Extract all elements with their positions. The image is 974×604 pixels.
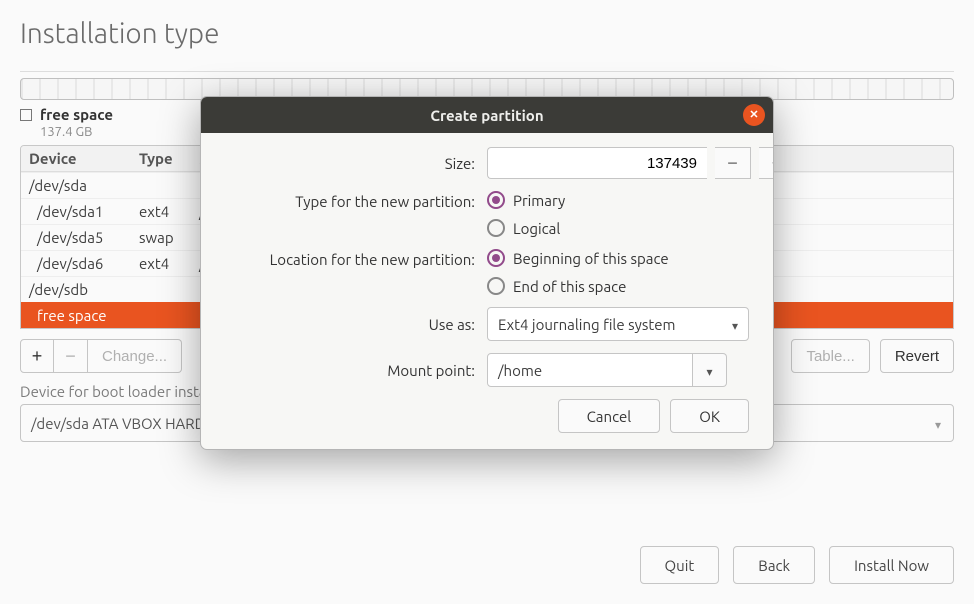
cell-type: ext4 — [139, 255, 199, 272]
cell-device: free space — [29, 307, 139, 324]
new-partition-table-button[interactable]: Table... — [791, 339, 869, 373]
radio-label: Beginning of this space — [513, 250, 669, 267]
size-increment-button[interactable]: + — [759, 147, 774, 179]
close-icon[interactable] — [743, 104, 765, 126]
partition-type-label: Type for the new partition: — [225, 191, 475, 210]
radio-icon — [487, 219, 505, 237]
legend-size: 137.4 GB — [40, 125, 92, 139]
legend-label: free space — [40, 106, 113, 123]
use-as-label: Use as: — [225, 316, 475, 333]
radio-icon — [487, 191, 505, 209]
size-label: Size: — [225, 155, 475, 172]
cell-device: /dev/sda1 — [29, 203, 139, 220]
cancel-button[interactable]: Cancel — [558, 399, 661, 433]
mount-point-dropdown-button[interactable] — [693, 353, 727, 387]
legend-swatch — [20, 109, 32, 121]
radio-icon — [487, 249, 505, 267]
dialog-titlebar: Create partition — [201, 97, 773, 133]
radio-icon — [487, 277, 505, 295]
add-partition-button[interactable]: + — [20, 339, 54, 373]
radio-label: Primary — [513, 192, 565, 209]
ok-button[interactable]: OK — [670, 399, 749, 433]
mount-point-input[interactable]: /home — [487, 353, 693, 387]
radio-label: End of this space — [513, 278, 626, 295]
remove-partition-button[interactable]: − — [54, 339, 88, 373]
size-input[interactable] — [487, 147, 707, 179]
create-partition-dialog: Create partition Size: − + MB Type for t… — [200, 96, 774, 450]
mount-point-value: /home — [498, 362, 542, 379]
partition-location-label: Location for the new partition: — [225, 249, 475, 268]
partition-type-logical-radio[interactable]: Logical — [487, 219, 749, 237]
wizard-footer: Quit Back Install Now — [640, 546, 954, 584]
chevron-down-icon — [732, 316, 738, 333]
quit-button[interactable]: Quit — [640, 546, 720, 584]
col-type: Type — [139, 150, 199, 167]
location-end-radio[interactable]: End of this space — [487, 277, 749, 295]
use-as-value: Ext4 journaling file system — [498, 316, 675, 333]
cell-type: swap — [139, 229, 199, 246]
dialog-title: Create partition — [430, 107, 543, 124]
col-device: Device — [29, 150, 139, 167]
radio-label: Logical — [513, 220, 560, 237]
divider — [20, 71, 954, 72]
cell-type: ext4 — [139, 203, 199, 220]
partition-type-primary-radio[interactable]: Primary — [487, 191, 749, 209]
cell-device: /dev/sda — [29, 177, 139, 194]
mount-point-label: Mount point: — [225, 362, 475, 379]
use-as-select[interactable]: Ext4 journaling file system — [487, 307, 749, 341]
chevron-down-icon — [706, 362, 712, 379]
chevron-down-icon — [935, 415, 941, 432]
size-decrement-button[interactable]: − — [715, 147, 751, 179]
location-beginning-radio[interactable]: Beginning of this space — [487, 249, 749, 267]
page-title: Installation type — [20, 18, 954, 49]
revert-button[interactable]: Revert — [880, 339, 954, 373]
cell-device: /dev/sda6 — [29, 255, 139, 272]
back-button[interactable]: Back — [733, 546, 815, 584]
cell-device: /dev/sda5 — [29, 229, 139, 246]
install-now-button[interactable]: Install Now — [829, 546, 954, 584]
change-partition-button[interactable]: Change... — [88, 339, 182, 373]
cell-device: /dev/sdb — [29, 281, 139, 298]
